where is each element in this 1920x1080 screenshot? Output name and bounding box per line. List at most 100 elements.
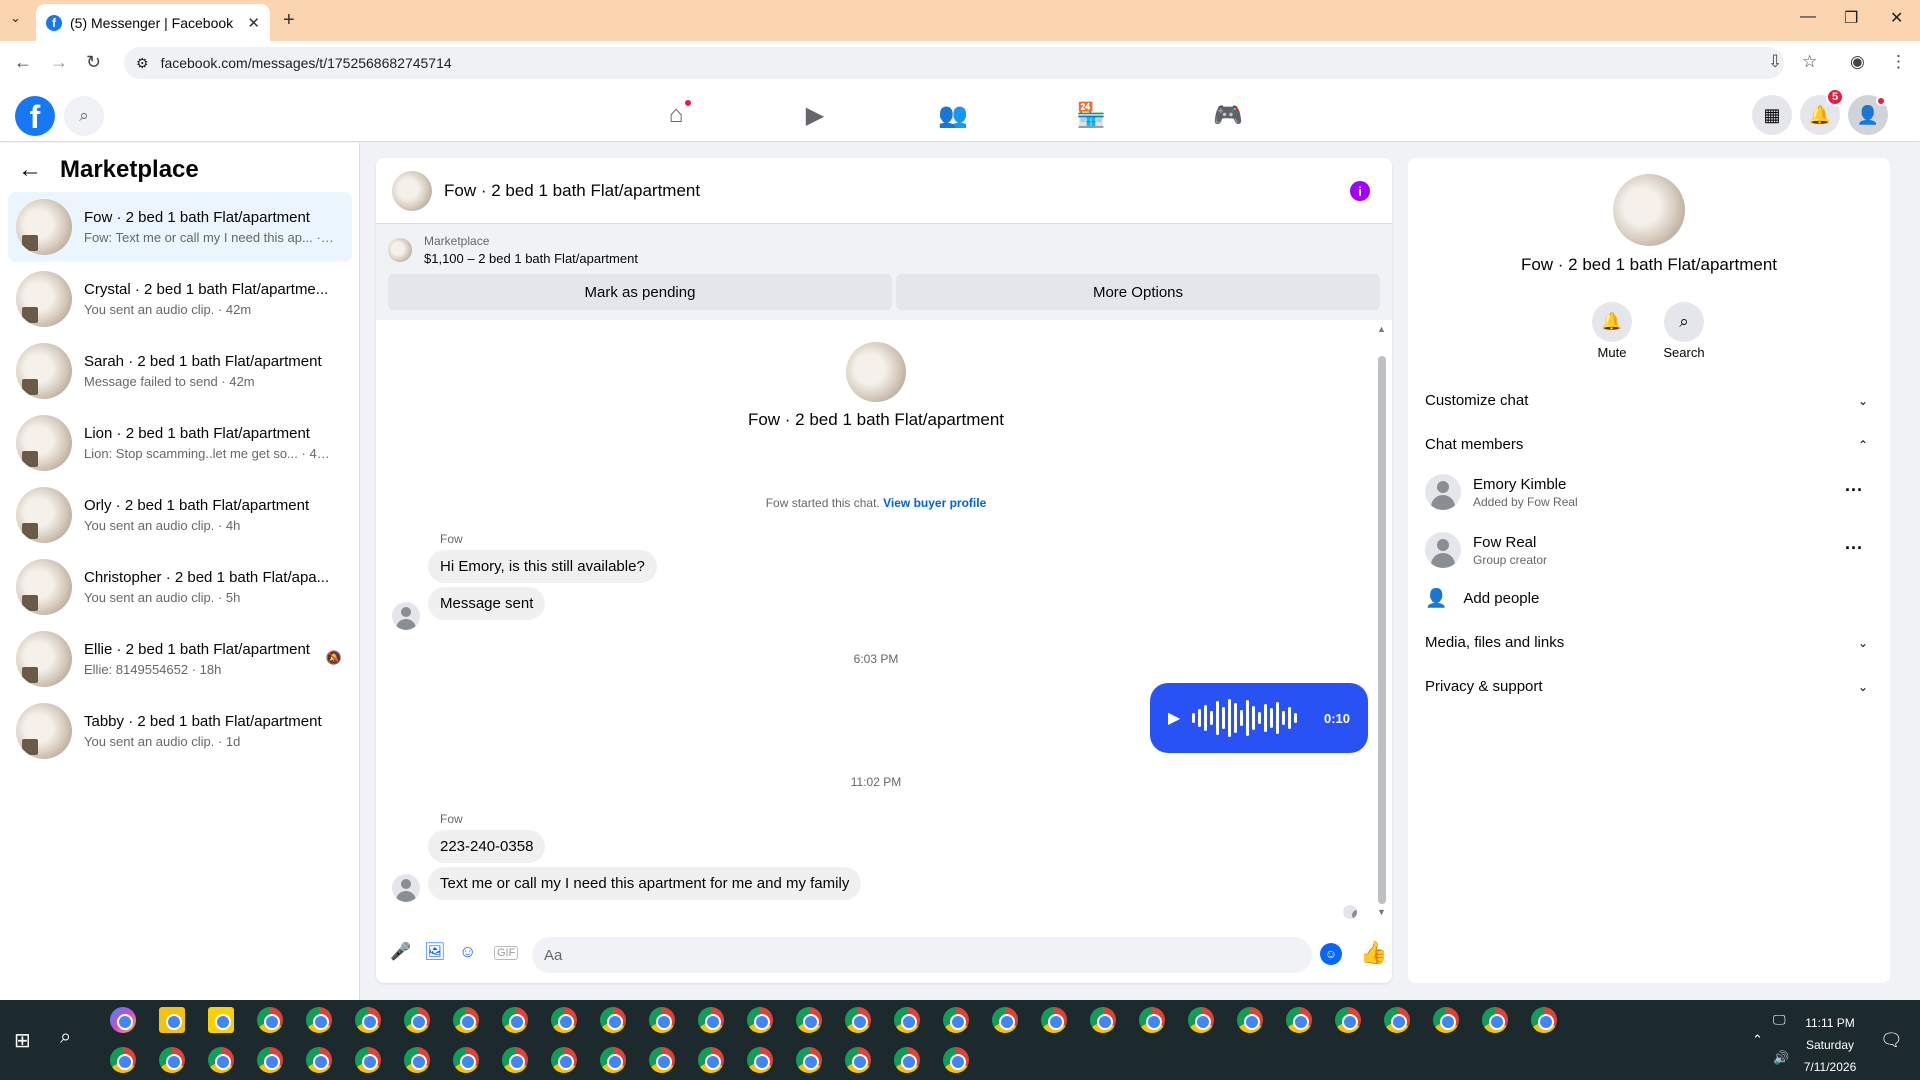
file-explorer-icon[interactable] [159, 1007, 185, 1033]
chrome-window-icon[interactable] [698, 1007, 724, 1033]
chrome-window-icon[interactable] [453, 1007, 479, 1033]
chat-title[interactable]: Fow · 2 bed 1 bath Flat/apartment [444, 181, 700, 201]
chat-listing-thumbnail[interactable] [392, 170, 432, 211]
show-hidden-icons[interactable]: ⌃ [1752, 1032, 1763, 1048]
media-files-section[interactable]: Media, files and links [1425, 634, 1564, 651]
chrome-window-icon[interactable] [894, 1047, 920, 1073]
chrome-window-icon[interactable] [355, 1007, 381, 1033]
conversation-item[interactable]: Christopher · 2 bed 1 bath Flat/apa... Y… [8, 552, 352, 622]
chrome-window-icon[interactable] [404, 1047, 430, 1073]
notification-center-icon[interactable]: 🗨 [1880, 1030, 1903, 1051]
chat-member-row[interactable]: Fow Real Group creator [1425, 532, 1547, 568]
conversation-item[interactable]: Ellie · 2 bed 1 bath Flat/apartment Elli… [8, 624, 352, 694]
conversation-item[interactable]: Tabby · 2 bed 1 bath Flat/apartment You … [8, 696, 352, 766]
message-bubble[interactable]: Hi Emory, is this still available? [428, 550, 657, 583]
browser-tab-messenger[interactable]: f (5) Messenger | Facebook ✕ [36, 4, 270, 41]
conversation-item[interactable]: Sarah · 2 bed 1 bath Flat/apartment Mess… [8, 336, 352, 406]
taskbar-clock[interactable]: 11:11 PM Saturday 7/11/2026 [1792, 1012, 1868, 1078]
photo-icon[interactable]: 🖼 [424, 942, 446, 962]
chrome-window-icon[interactable] [208, 1047, 234, 1073]
volume-icon[interactable]: 🔊 [1773, 1050, 1789, 1066]
chrome-window-icon[interactable] [110, 1047, 136, 1073]
add-people-button[interactable]: 👤 Add people [1425, 588, 1539, 609]
video-icon[interactable]: ▶ [797, 100, 833, 130]
copilot-app-icon[interactable] [110, 1007, 136, 1033]
bookmark-star-icon[interactable]: ☆ [1802, 52, 1817, 72]
chrome-window-icon[interactable] [992, 1007, 1018, 1033]
chrome-window-icon[interactable] [1286, 1007, 1312, 1033]
listing-detail[interactable]: $1,100 – 2 bed 1 bath Flat/apartment [424, 251, 638, 266]
like-thumbs-up-icon[interactable]: 👍 [1360, 940, 1387, 966]
chrome-window-icon[interactable] [551, 1007, 577, 1033]
message-bubble[interactable]: 223-240-0358 [428, 830, 546, 863]
new-tab-button[interactable]: + [283, 9, 295, 32]
chrome-window-icon[interactable] [404, 1007, 430, 1033]
chat-member-row[interactable]: Emory Kimble Added by Fow Real [1425, 474, 1578, 510]
play-icon[interactable]: ▶ [1168, 708, 1180, 728]
taskbar-search-icon[interactable]: ⌕ [60, 1026, 71, 1049]
microphone-icon[interactable]: 🎤 [390, 942, 411, 962]
conversation-item[interactable]: Lion · 2 bed 1 bath Flat/apartment Lion:… [8, 408, 352, 478]
chrome-window-icon[interactable] [306, 1047, 332, 1073]
chrome-window-icon[interactable] [1384, 1007, 1410, 1033]
tab-close-icon[interactable]: ✕ [247, 14, 260, 32]
chevron-down-icon[interactable]: ⌄ [1858, 636, 1868, 650]
mark-as-pending-button[interactable]: Mark as pending [388, 274, 892, 310]
chrome-window-icon[interactable] [1237, 1007, 1263, 1033]
chat-scrollbar[interactable] [1378, 356, 1386, 904]
sender-avatar[interactable] [392, 874, 420, 902]
chrome-window-icon[interactable] [796, 1007, 822, 1033]
chrome-window-icon[interactable] [943, 1047, 969, 1073]
chrome-window-icon[interactable] [453, 1047, 479, 1073]
chrome-window-icon[interactable] [1188, 1007, 1214, 1033]
chrome-window-icon[interactable] [649, 1047, 675, 1073]
conversation-item[interactable]: Fow · 2 bed 1 bath Flat/apartment Fow: T… [8, 192, 352, 262]
facebook-search-icon[interactable]: ⌕ [64, 96, 104, 136]
restore-button[interactable]: ❐ [1844, 8, 1858, 28]
friends-icon[interactable]: 👥 [935, 100, 971, 130]
chrome-window-icon[interactable] [845, 1047, 871, 1073]
window-close-button[interactable]: ✕ [1890, 8, 1903, 28]
emoji-icon[interactable]: ☺ [1320, 943, 1342, 965]
chrome-window-icon[interactable] [747, 1047, 773, 1073]
chrome-window-icon[interactable] [845, 1007, 871, 1033]
member-options-icon[interactable]: ··· [1845, 480, 1863, 501]
audio-clip-bubble[interactable]: ▶ 0:10 [1150, 683, 1368, 753]
back-icon[interactable]: ← [14, 52, 32, 73]
network-icon[interactable]: 🖵 [1773, 1012, 1786, 1028]
message-bubble[interactable]: Message sent [428, 587, 546, 620]
facebook-logo[interactable]: f [15, 96, 55, 136]
message-input[interactable]: Aa [532, 937, 1312, 973]
chrome-window-icon[interactable] [600, 1007, 626, 1033]
chrome-window-icon[interactable] [551, 1047, 577, 1073]
chrome-window-icon[interactable] [1139, 1007, 1165, 1033]
chrome-window-icon[interactable] [355, 1047, 381, 1073]
chrome-window-icon[interactable] [1531, 1007, 1557, 1033]
profile-icon[interactable]: ◉ [1850, 52, 1865, 72]
chrome-window-icon[interactable] [747, 1007, 773, 1033]
chrome-window-icon[interactable] [1482, 1007, 1508, 1033]
more-options-button[interactable]: More Options [896, 274, 1380, 310]
sticky-notes-icon[interactable] [208, 1007, 234, 1033]
chevron-up-icon[interactable]: ⌃ [1858, 438, 1868, 452]
chrome-window-icon[interactable] [306, 1007, 332, 1033]
menu-grid-icon[interactable]: ▦ [1752, 95, 1792, 135]
install-app-icon[interactable]: ⇩ [1768, 52, 1782, 72]
chrome-window-icon[interactable] [1335, 1007, 1361, 1033]
tab-list-chevron-icon[interactable]: ⌄ [10, 10, 21, 26]
chrome-window-icon[interactable] [1041, 1007, 1067, 1033]
chrome-window-icon[interactable] [502, 1047, 528, 1073]
chevron-down-icon[interactable]: ⌄ [1858, 394, 1868, 408]
scroll-down-arrow[interactable]: ▼ [1377, 907, 1386, 917]
forward-icon[interactable]: → [50, 52, 68, 73]
chrome-window-icon[interactable] [698, 1047, 724, 1073]
chrome-window-icon[interactable] [1433, 1007, 1459, 1033]
chrome-window-icon[interactable] [796, 1047, 822, 1073]
conversation-item[interactable]: Crystal · 2 bed 1 bath Flat/apartme... Y… [8, 264, 352, 334]
address-bar[interactable]: ⚙ facebook.com/messages/t/17525686827457… [124, 47, 1784, 79]
scroll-up-arrow[interactable]: ▲ [1377, 324, 1386, 334]
privacy-support-section[interactable]: Privacy & support [1425, 678, 1543, 695]
chrome-window-icon[interactable] [649, 1007, 675, 1033]
browser-menu-icon[interactable]: ⋮ [1890, 52, 1907, 72]
back-arrow-icon[interactable]: ← [18, 156, 42, 184]
